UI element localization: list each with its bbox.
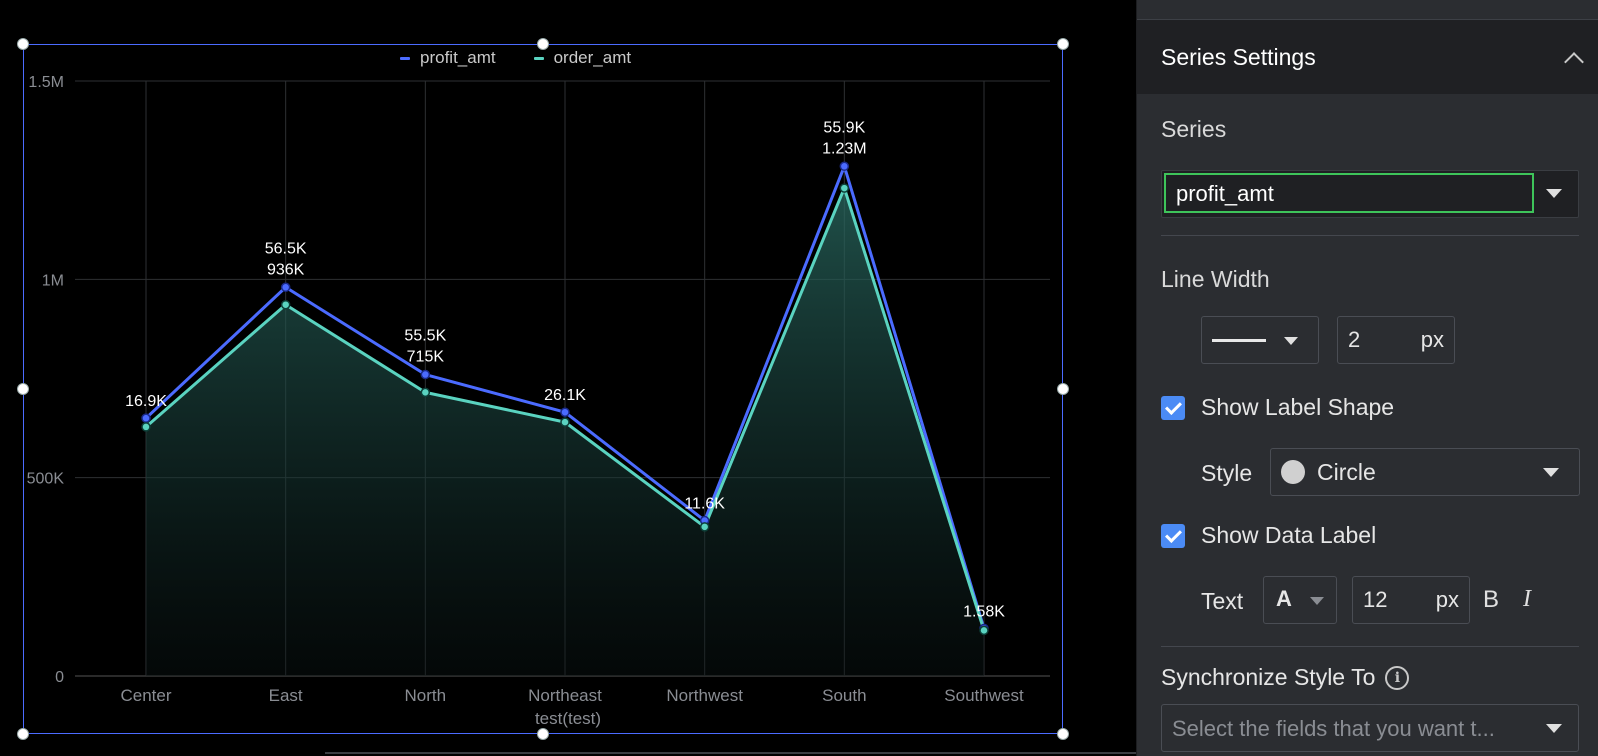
data-point-profit-amt bbox=[420, 369, 431, 380]
chevron-up-icon[interactable] bbox=[1564, 48, 1582, 66]
x-tick-label: Southwest bbox=[944, 686, 1024, 705]
show-data-label-label: Show Data Label bbox=[1201, 522, 1377, 548]
line-width-label: Line Width bbox=[1161, 266, 1270, 292]
canvas-scrollbar[interactable] bbox=[325, 752, 1136, 754]
font-color-select[interactable]: A bbox=[1263, 576, 1337, 624]
italic-button[interactable]: I bbox=[1523, 586, 1531, 613]
data-label-profit-amt: 1.58K bbox=[963, 603, 1005, 620]
x-tick-label: South bbox=[822, 686, 866, 705]
line-chart: 16.9K 56.5K 936K 55.5K 715K 26.1K 11.6K 55.9K 1.… bbox=[27, 74, 1050, 728]
resize-handle-top-right[interactable] bbox=[1057, 38, 1069, 50]
info-icon[interactable]: i bbox=[1385, 665, 1410, 690]
panel-top-strip bbox=[1137, 0, 1598, 20]
chevron-down-icon[interactable] bbox=[1546, 724, 1562, 733]
resize-handle-bottom[interactable] bbox=[537, 728, 549, 740]
show-data-label-row[interactable]: Show Data Label bbox=[1161, 522, 1376, 549]
sync-fields-placeholder: Select the fields that you want t... bbox=[1172, 716, 1495, 741]
y-tick-label: 500K bbox=[27, 471, 65, 488]
legend-swatch-order-amt bbox=[533, 56, 544, 60]
resize-handle-top-left[interactable] bbox=[17, 38, 29, 50]
y-tick-label: 1M bbox=[42, 272, 64, 289]
y-tick-label: 0 bbox=[55, 669, 64, 686]
data-label-profit-amt: 56.5K bbox=[265, 240, 307, 257]
style-value: Circle bbox=[1317, 458, 1376, 485]
series-select[interactable]: profit_amt bbox=[1161, 170, 1579, 218]
line-width-input[interactable]: 2 px bbox=[1337, 316, 1455, 364]
legend-item-order-amt[interactable]: order_amt bbox=[533, 48, 632, 68]
style-label: Style bbox=[1201, 460, 1253, 486]
resize-handle-left[interactable] bbox=[17, 383, 29, 395]
x-tick-label: Northeast bbox=[528, 686, 602, 705]
chevron-down-icon[interactable] bbox=[1284, 337, 1298, 345]
x-tick-label: North bbox=[405, 686, 447, 705]
legend-label: order_amt bbox=[553, 48, 632, 67]
resize-handle-top[interactable] bbox=[537, 38, 549, 50]
section-divider bbox=[1161, 646, 1579, 647]
checkbox-checked-icon[interactable] bbox=[1161, 395, 1185, 420]
show-label-shape-label: Show Label Shape bbox=[1201, 394, 1395, 420]
resize-handle-right[interactable] bbox=[1057, 383, 1069, 395]
chevron-down-icon[interactable] bbox=[1543, 468, 1559, 477]
data-label-profit-amt: 11.6K bbox=[684, 496, 725, 513]
data-point-order-amt bbox=[979, 625, 989, 636]
data-point-order-amt bbox=[420, 387, 431, 398]
data-label-profit-amt: 55.9K bbox=[823, 119, 865, 136]
data-label-profit-amt: 16.9K bbox=[125, 393, 167, 410]
series-select-value[interactable]: profit_amt bbox=[1164, 173, 1534, 213]
sync-fields-select[interactable]: Select the fields that you want t... bbox=[1161, 704, 1579, 752]
x-tick-label: Northwest bbox=[666, 686, 743, 705]
data-point-order-amt bbox=[839, 183, 850, 193]
legend-swatch-profit-amt bbox=[400, 56, 410, 60]
series-label: Series bbox=[1161, 116, 1227, 142]
font-glyph: A bbox=[1276, 586, 1292, 611]
section-divider bbox=[1161, 235, 1579, 236]
data-label-order-amt: 715K bbox=[407, 349, 445, 366]
sync-style-label: Synchronize Style To bbox=[1161, 664, 1376, 690]
data-point-order-amt bbox=[699, 522, 710, 532]
x-axis-title: test(test) bbox=[535, 709, 601, 728]
legend-label: profit_amt bbox=[420, 48, 496, 67]
show-label-shape-row[interactable]: Show Label Shape bbox=[1161, 394, 1394, 421]
resize-handle-bottom-right[interactable] bbox=[1057, 728, 1069, 740]
data-label-order-amt: 936K bbox=[267, 261, 305, 278]
data-point-order-amt bbox=[141, 422, 151, 432]
data-point-order-amt bbox=[560, 417, 570, 427]
checkbox-checked-icon[interactable] bbox=[1161, 523, 1185, 548]
series-settings-header[interactable]: Series Settings bbox=[1137, 20, 1598, 94]
line-style-select[interactable] bbox=[1201, 316, 1319, 364]
data-label-profit-amt: 55.5K bbox=[404, 328, 446, 345]
panel-title: Series Settings bbox=[1161, 43, 1316, 70]
x-tick-label: East bbox=[269, 686, 303, 705]
chevron-down-icon[interactable] bbox=[1310, 597, 1324, 605]
chart-legend: profit_amt order_amt bbox=[400, 46, 631, 70]
settings-panel: Series Settings Series profit_amt Line W… bbox=[1136, 0, 1598, 756]
data-label-order-amt: 1.23M bbox=[822, 140, 866, 157]
line-width-unit: px bbox=[1420, 327, 1444, 352]
chart-canvas[interactable]: 16.9K 56.5K 936K 55.5K 715K 26.1K 11.6K 55.9K 1.… bbox=[0, 0, 1136, 756]
font-size-value: 12 bbox=[1363, 587, 1388, 612]
data-label-profit-amt: 26.1K bbox=[544, 387, 586, 404]
solid-line-icon bbox=[1212, 339, 1266, 342]
bold-button[interactable]: B bbox=[1483, 586, 1499, 614]
text-label: Text bbox=[1201, 588, 1244, 614]
data-point-order-amt bbox=[280, 299, 291, 310]
data-point-profit-amt bbox=[141, 413, 151, 423]
chevron-down-icon[interactable] bbox=[1546, 189, 1562, 198]
legend-item-profit-amt[interactable]: profit_amt bbox=[400, 48, 496, 68]
data-point-profit-amt bbox=[560, 407, 570, 417]
circle-shape-icon bbox=[1281, 460, 1305, 484]
x-tick-label: Center bbox=[120, 686, 171, 705]
sync-style-row: Synchronize Style To i bbox=[1161, 664, 1410, 691]
label-shape-style-select[interactable]: Circle bbox=[1270, 448, 1580, 496]
data-point-profit-amt bbox=[839, 161, 850, 172]
resize-handle-bottom-left[interactable] bbox=[17, 728, 29, 740]
line-width-value: 2 bbox=[1348, 327, 1361, 352]
data-point-profit-amt bbox=[280, 282, 291, 293]
font-size-input[interactable]: 12 px bbox=[1352, 576, 1470, 624]
font-size-unit: px bbox=[1435, 587, 1459, 612]
y-tick-label: 1.5M bbox=[28, 74, 64, 91]
